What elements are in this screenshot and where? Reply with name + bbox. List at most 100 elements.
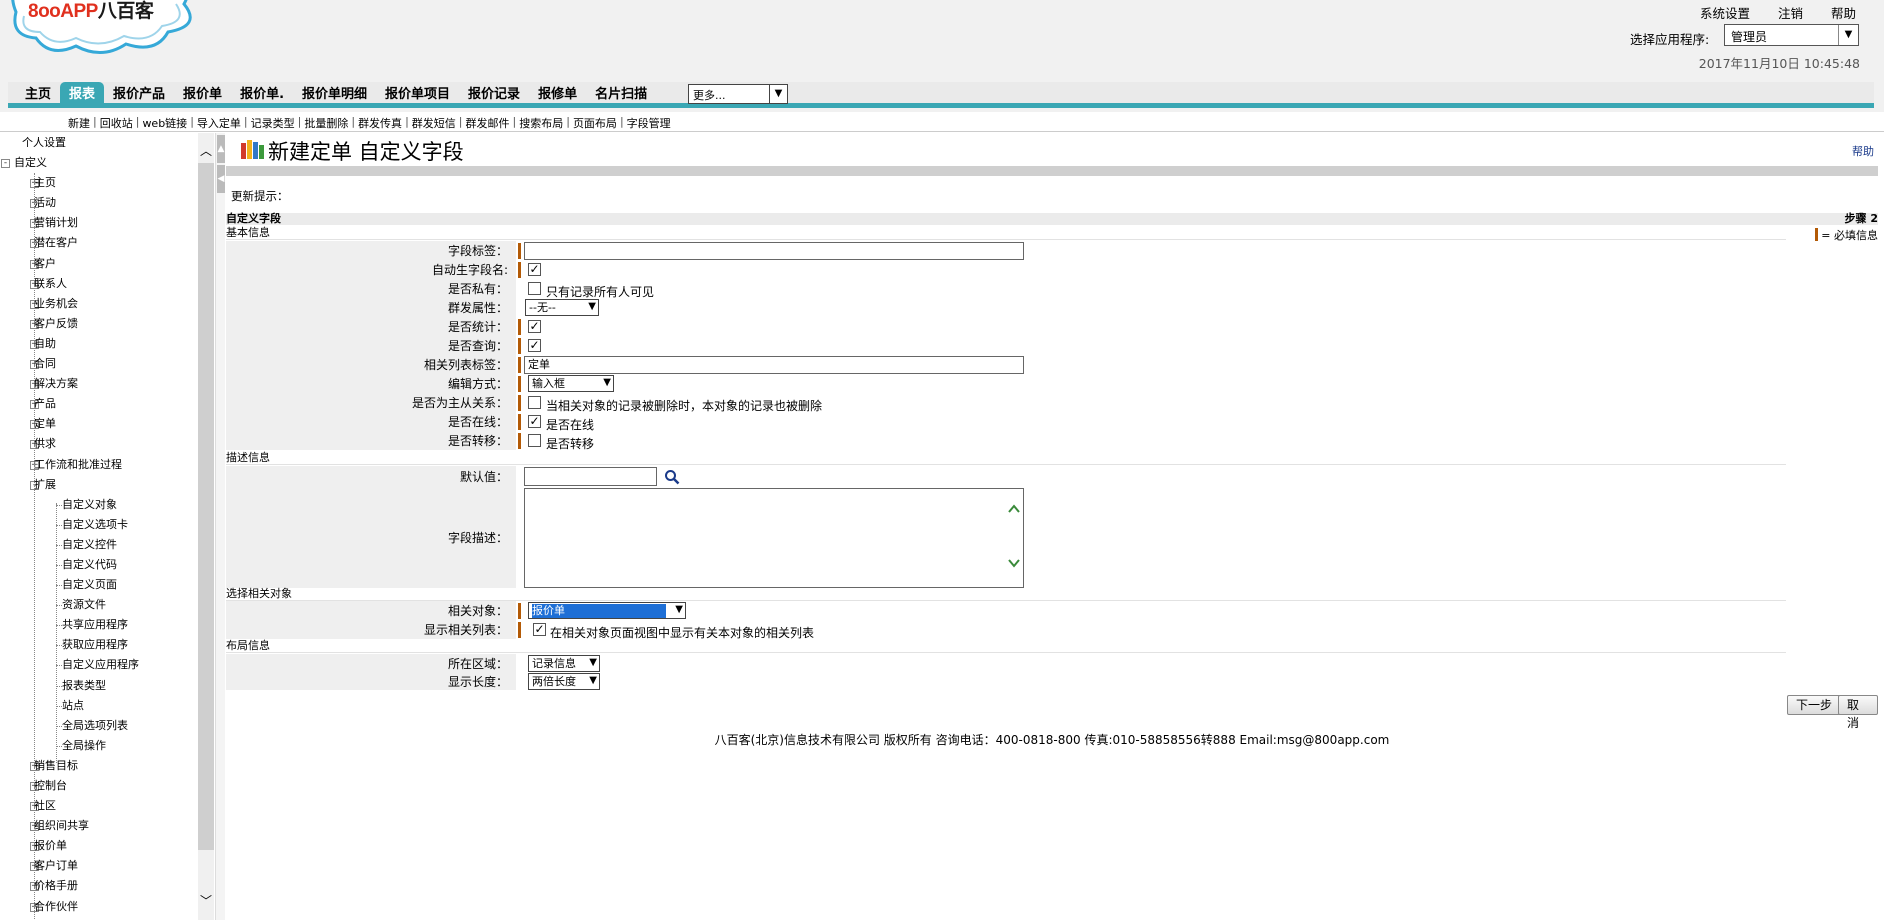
help-link[interactable]: 帮助	[1852, 143, 1874, 159]
sidebar-item-label: 控制台	[34, 779, 67, 792]
search-icon[interactable]	[664, 469, 680, 485]
collapse-left-icon[interactable]: ◀	[217, 165, 225, 193]
tab-quote-items[interactable]: 报价单项目	[376, 82, 459, 108]
system-settings-link[interactable]: 系统设置	[1700, 3, 1750, 22]
sidebar-item[interactable]: + 客户反馈	[0, 314, 198, 334]
sidebar-scrollbar[interactable]: ︿ ﹀	[198, 133, 214, 920]
sidebar-item[interactable]: + 控制台	[0, 776, 198, 796]
sidebar-item[interactable]: 自定义页面	[0, 575, 198, 595]
subnav-new[interactable]: 新建	[68, 115, 90, 131]
sidebar-item[interactable]: + 客户订单	[0, 856, 198, 876]
show-related-list-checkbox[interactable]: ✓	[533, 623, 546, 636]
sidebar-item[interactable]: 自定义控件	[0, 535, 198, 555]
tab-reports[interactable]: 报表	[60, 82, 105, 108]
tab-quote-details[interactable]: 报价单明细	[293, 82, 376, 108]
sidebar-item-label: 报价单	[34, 839, 67, 853]
display-length-select[interactable]: 两倍长度 ▼	[528, 673, 600, 690]
sidebar-item[interactable]: + 潜在客户	[0, 233, 198, 253]
logout-link[interactable]: 注销	[1778, 3, 1803, 22]
sidebar-item[interactable]: 个人设置	[0, 133, 198, 153]
related-object-select[interactable]: 报价单 ▼	[528, 602, 686, 619]
more-tabs-select[interactable]: 更多... ▼	[688, 84, 788, 104]
sidebar-item[interactable]: - 扩展	[0, 475, 198, 495]
sidebar-item[interactable]: + 客户	[0, 254, 198, 274]
sidebar-item[interactable]: + 价格手册	[0, 876, 198, 896]
subnav-recycle-bin[interactable]: 回收站	[100, 115, 133, 131]
default-value-input[interactable]	[524, 467, 657, 486]
sidebar-item[interactable]: 自定义应用程序	[0, 655, 198, 675]
cancel-button[interactable]: 取消	[1838, 695, 1878, 730]
sidebar-item[interactable]: + 定单	[0, 414, 198, 434]
subnav-web-link[interactable]: web链接	[142, 115, 187, 131]
is-query-checkbox[interactable]: ✓	[528, 339, 541, 352]
edit-mode-select[interactable]: 输入框 ▼	[528, 375, 614, 392]
sidebar-item[interactable]: + 解决方案	[0, 374, 198, 394]
sidebar-item[interactable]: 获取应用程序	[0, 635, 198, 655]
sidebar-item[interactable]: 共享应用程序	[0, 615, 198, 635]
is-private-checkbox[interactable]	[528, 282, 541, 295]
subnav-import-orders[interactable]: 导入定单	[197, 115, 241, 131]
sidebar-item[interactable]: 自定义选项卡	[0, 515, 198, 535]
tab-card-scan[interactable]: 名片扫描	[586, 82, 656, 108]
sidebar-item[interactable]: + 自助	[0, 334, 198, 354]
scrollbar-thumb[interactable]	[198, 163, 214, 850]
sidebar-item[interactable]: + 产品	[0, 394, 198, 414]
area-select[interactable]: 记录信息 ▼	[528, 655, 600, 672]
chevron-down-icon[interactable]: ﹀	[198, 893, 214, 909]
collapse-up-icon[interactable]: ▲	[217, 135, 225, 163]
sidebar-item[interactable]: 全局操作	[0, 736, 198, 756]
tab-quotes[interactable]: 报价单	[174, 82, 231, 108]
tab-quotes-dot[interactable]: 报价单.	[231, 82, 293, 108]
collapse-icon[interactable]: -	[1, 159, 10, 169]
sidebar-item[interactable]: + 业务机会	[0, 294, 198, 314]
app-select[interactable]: 管理员 ▼	[1724, 24, 1859, 46]
chevron-down-icon[interactable]	[1008, 558, 1020, 568]
sidebar-item[interactable]: + 组织间共享	[0, 816, 198, 836]
tab-home[interactable]: 主页	[16, 82, 60, 108]
related-list-label-input[interactable]: 定单	[524, 356, 1024, 374]
subnav-record-types[interactable]: 记录类型	[251, 115, 295, 131]
tab-repair-orders[interactable]: 报修单	[529, 82, 586, 108]
sidebar-item[interactable]: + 营销计划	[0, 213, 198, 233]
is-stat-checkbox[interactable]: ✓	[528, 320, 541, 333]
subnav-field-management[interactable]: 字段管理	[627, 115, 671, 131]
chevron-up-icon[interactable]	[1008, 504, 1020, 514]
auto-name-checkbox[interactable]: ✓	[528, 263, 541, 276]
sidebar-item[interactable]: 全局选项列表	[0, 716, 198, 736]
sidebar-item[interactable]: + 合同	[0, 354, 198, 374]
sidebar-item[interactable]: - 自定义	[0, 153, 198, 173]
subnav-search-layout[interactable]: 搜索布局	[519, 115, 563, 131]
tab-quote-records[interactable]: 报价记录	[459, 82, 529, 108]
mass-attr-select[interactable]: --无-- ▼	[525, 299, 599, 316]
sidebar-item[interactable]: + 主页	[0, 173, 198, 193]
sidebar-item[interactable]: + 报价单	[0, 836, 198, 856]
subnav-mass-email[interactable]: 群发邮件	[466, 115, 510, 131]
next-button[interactable]: 下一步	[1787, 695, 1842, 715]
subnav-mass-sms[interactable]: 群发短信	[412, 115, 456, 131]
help-top-link[interactable]: 帮助	[1831, 3, 1856, 22]
field-desc-textarea[interactable]	[524, 488, 1024, 588]
sidebar-item[interactable]: + 工作流和批准过程	[0, 455, 198, 475]
sidebar-item[interactable]: + 销售目标	[0, 756, 198, 776]
master-detail-checkbox[interactable]	[528, 396, 541, 409]
sidebar-item[interactable]: 站点	[0, 696, 198, 716]
sidebar-item[interactable]: + 社区	[0, 796, 198, 816]
subnav-mass-fax[interactable]: 群发传真	[358, 115, 402, 131]
sidebar-item[interactable]: 报表类型	[0, 676, 198, 696]
sidebar-item[interactable]: + 活动	[0, 193, 198, 213]
sidebar-item[interactable]: + 合作伙伴	[0, 897, 198, 917]
sidebar-item[interactable]: + 联系人	[0, 274, 198, 294]
subnav-bulk-delete[interactable]: 批量删除	[304, 115, 348, 131]
chevron-up-icon[interactable]: ︿	[198, 143, 214, 159]
sidebar-splitter[interactable]: ▲ ◀	[215, 133, 225, 920]
row-is-stat: 是否统计： ✓	[226, 317, 1878, 336]
is-transfer-checkbox[interactable]	[528, 434, 541, 447]
subnav-page-layout[interactable]: 页面布局	[573, 115, 617, 131]
sidebar-item[interactable]: 资源文件	[0, 595, 198, 615]
sidebar-item[interactable]: + 供求	[0, 434, 198, 454]
tab-quote-products[interactable]: 报价产品	[104, 82, 174, 108]
sidebar-item[interactable]: 自定义对象	[0, 495, 198, 515]
sidebar-item[interactable]: 自定义代码	[0, 555, 198, 575]
field-label-input[interactable]	[524, 242, 1024, 260]
is-online-checkbox[interactable]: ✓	[528, 415, 541, 428]
